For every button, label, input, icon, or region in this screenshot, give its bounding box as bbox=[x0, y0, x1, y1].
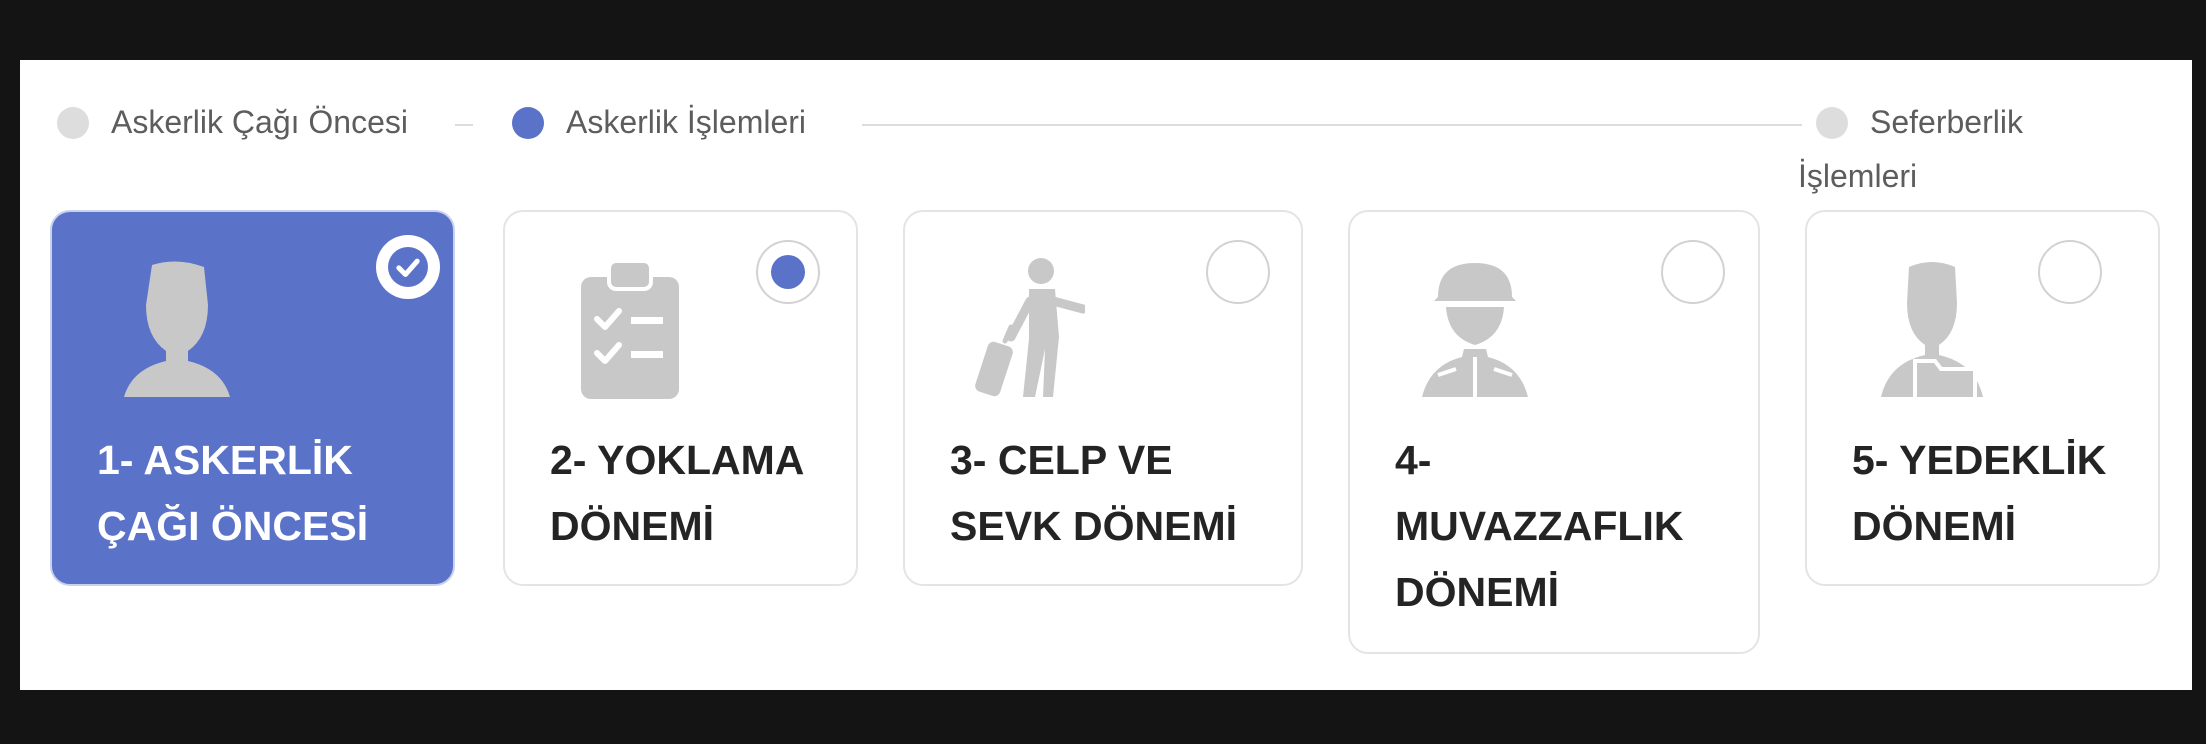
phase-military-operations: Askerlik İşlemleri bbox=[512, 104, 806, 141]
step-card-call-up-dispatch-period[interactable]: 3- CELP VE SEVK DÖNEMİ bbox=[903, 210, 1303, 586]
step-card-reserve-period[interactable]: 5- YEDEKLİK DÖNEMİ bbox=[1805, 210, 2160, 586]
step-title: 3- CELP VE SEVK DÖNEMİ bbox=[950, 437, 1238, 549]
clipboard-checklist-icon bbox=[581, 259, 679, 399]
phase-mobilization-operations: Seferberlik bbox=[1816, 104, 2023, 141]
step-radio[interactable] bbox=[1661, 240, 1725, 304]
step-card-roll-call-period[interactable]: 2- YOKLAMA DÖNEMİ bbox=[503, 210, 858, 586]
phase-inactive-dot bbox=[57, 106, 89, 139]
person-silhouette-icon bbox=[124, 261, 230, 397]
radio-inner-dot bbox=[771, 255, 805, 289]
timeline-connector bbox=[455, 124, 473, 126]
phase-active-dot bbox=[512, 106, 544, 139]
step-title: 5- YEDEKLİK DÖNEMİ bbox=[1852, 437, 2107, 549]
soldier-helmet-icon bbox=[1422, 263, 1528, 397]
step-radio[interactable] bbox=[2038, 240, 2102, 304]
phase-label: Askerlik İşlemleri bbox=[566, 104, 807, 140]
step-title: 4- MUVAZZAFLIK DÖNEMİ bbox=[1395, 437, 1684, 615]
phase-label: Seferberlik bbox=[1870, 104, 2023, 140]
phase-label-continued: İşlemleri bbox=[1798, 158, 1918, 194]
phase-inactive-dot bbox=[1816, 106, 1848, 139]
step-title: 1- ASKERLİK ÇAĞI ÖNCESİ bbox=[97, 437, 369, 549]
checkmark-icon bbox=[388, 247, 428, 287]
timeline-connector bbox=[862, 124, 1802, 126]
step-status-checked bbox=[376, 235, 440, 299]
step-card-active-service-period[interactable]: 4- MUVAZZAFLIK DÖNEMİ bbox=[1348, 210, 1760, 654]
step-radio[interactable] bbox=[1206, 240, 1270, 304]
step-card-pre-military-age[interactable]: 1- ASKERLİK ÇAĞI ÖNCESİ bbox=[50, 210, 455, 586]
phase-pre-military-age: Askerlik Çağı Öncesi bbox=[57, 104, 408, 141]
military-process-panel: Askerlik Çağı Öncesi Askerlik İşlemleri … bbox=[20, 60, 2192, 690]
step-title: 2- YOKLAMA DÖNEMİ bbox=[550, 437, 805, 549]
phase-label: Askerlik Çağı Öncesi bbox=[111, 104, 408, 140]
person-with-folder-icon bbox=[1881, 262, 1983, 401]
step-radio-current[interactable] bbox=[756, 240, 820, 304]
traveler-with-luggage-icon bbox=[975, 258, 1085, 397]
